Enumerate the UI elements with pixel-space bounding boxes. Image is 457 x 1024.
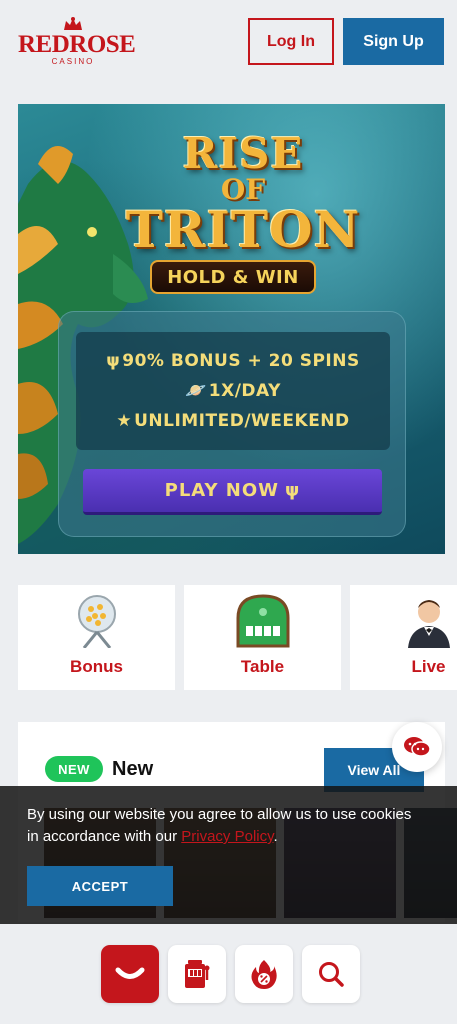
search-icon <box>319 962 344 987</box>
bottom-navigation <box>0 924 457 1024</box>
accept-cookies-button[interactable]: ACCEPT <box>27 866 173 906</box>
promo-line-bonus: ψ 90% BONUS + 20 SPINS <box>106 351 360 371</box>
logo-text: REDROSE <box>18 31 136 58</box>
privacy-policy-link[interactable]: Privacy Policy <box>181 828 273 845</box>
hold-and-win-badge: HOLD & WIN <box>150 260 316 294</box>
category-label: Live <box>411 657 446 676</box>
promo-panel: ψ 90% BONUS + 20 SPINS 🪐 1X/DAY ★ UNLIMITED… <box>58 311 406 537</box>
category-carousel[interactable]: Bonus Table Live <box>18 585 457 690</box>
star-icon: ★ <box>116 411 133 431</box>
promo-banner[interactable]: RISE OF TRITON HOLD & WIN ψ 90% BONUS + 2… <box>18 104 445 554</box>
cookie-message: By using our website you agree to allow … <box>27 806 412 845</box>
hot-offer-icon <box>251 960 277 989</box>
live-chat-button[interactable] <box>392 722 442 772</box>
section-title: New <box>112 758 154 780</box>
title-triton: TRITON <box>125 200 361 259</box>
slot-machine-icon <box>185 960 210 988</box>
planet-icon: 🪐 <box>185 381 207 401</box>
trident-icon: ψ <box>285 480 301 501</box>
category-card-live[interactable]: Live <box>350 585 457 690</box>
signup-button[interactable]: Sign Up <box>343 18 444 65</box>
nav-offers-button[interactable] <box>235 945 293 1003</box>
logo-subtext: CASINO <box>51 57 95 66</box>
promo-offer-box: ψ 90% BONUS + 20 SPINS 🪐 1X/DAY ★ UNLIMITED… <box>76 332 390 450</box>
category-card-table[interactable]: Table <box>184 585 341 690</box>
card-table-icon <box>235 593 291 649</box>
rose-crown-icon <box>64 17 82 30</box>
dealer-icon <box>401 593 457 649</box>
play-now-button[interactable]: PLAY NOW ψ <box>83 469 382 515</box>
lottery-ball-icon <box>69 593 125 649</box>
login-button[interactable]: Log In <box>248 18 334 65</box>
category-label: Bonus <box>70 657 123 676</box>
title-rise: RISE <box>182 129 304 178</box>
category-label: Table <box>240 657 285 676</box>
game-title-art: RISE OF TRITON <box>113 132 373 256</box>
promo-line-frequency: 🪐 1X/DAY <box>185 381 281 401</box>
nav-search-button[interactable] <box>302 945 360 1003</box>
play-now-label: PLAY NOW <box>164 480 280 501</box>
redrose-logo[interactable]: REDROSE CASINO <box>18 16 136 72</box>
category-card-bonus[interactable]: Bonus <box>18 585 175 690</box>
nav-home-button[interactable] <box>101 945 159 1003</box>
cookie-consent-banner: By using our website you agree to allow … <box>0 786 457 924</box>
chat-icon <box>404 737 431 757</box>
new-badge: NEW <box>45 756 103 782</box>
trident-icon: ψ <box>106 351 121 371</box>
nav-slots-button[interactable] <box>168 945 226 1003</box>
home-smile-icon <box>115 967 145 979</box>
site-header: REDROSE CASINO Log In Sign Up <box>0 0 457 88</box>
promo-line-weekend: ★ UNLIMITED/WEEKEND <box>116 411 350 431</box>
